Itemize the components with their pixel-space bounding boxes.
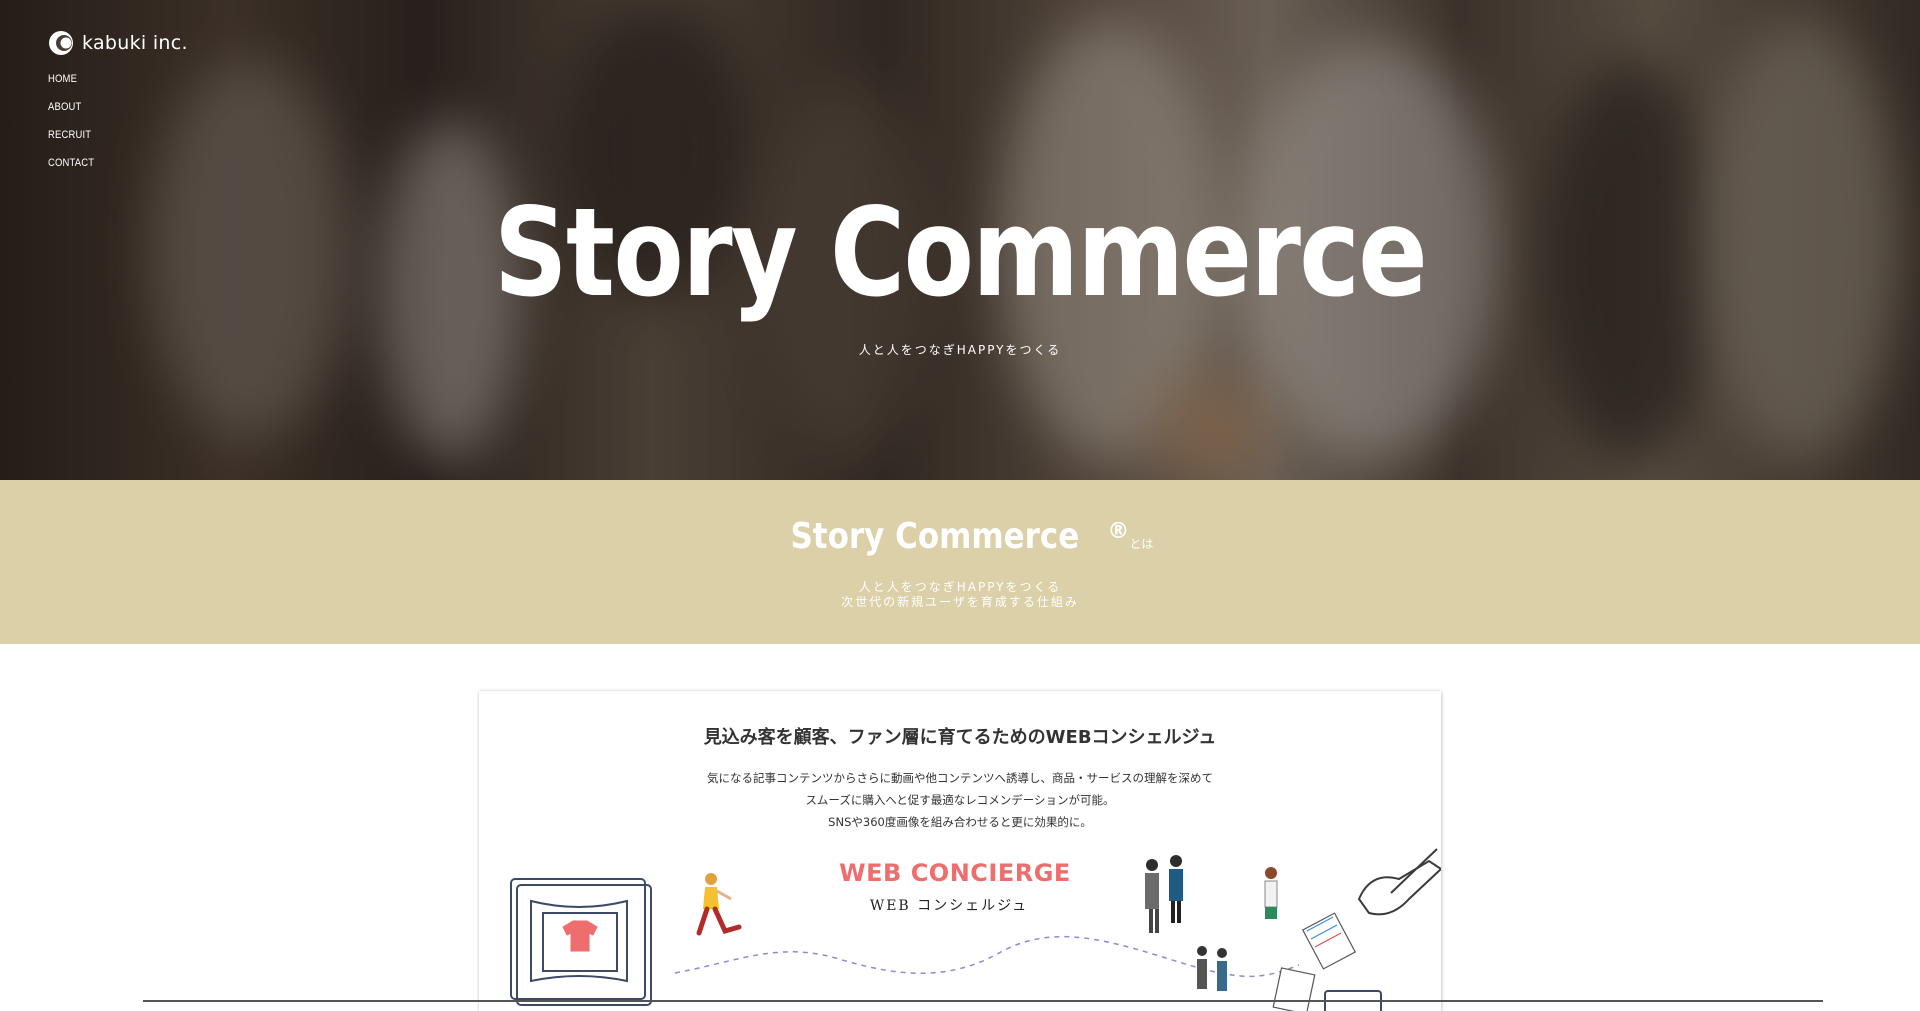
illustration-title: WEB CONCIERGE bbox=[839, 859, 1071, 887]
nav-item-about[interactable]: ABOUT bbox=[48, 100, 94, 128]
band-title-suffix: とは bbox=[1129, 537, 1154, 551]
band-description: 人と人をつなぎHAPPYをつくる 次世代の新規ユーザを育成する仕組み bbox=[0, 580, 1920, 610]
band-line-2: 次世代の新規ユーザを育成する仕組み bbox=[841, 595, 1079, 609]
concierge-card: 見込み客を顧客、ファン層に育てるためのWEBコンシェルジュ 気になる記事コンテン… bbox=[479, 691, 1441, 1011]
hero-section: kabuki inc. HOME ABOUT RECRUIT CONTACT S… bbox=[0, 0, 1920, 480]
illustration-subtitle: WEB コンシェルジュ bbox=[869, 898, 1029, 914]
card-description: 気になる記事コンテンツからさらに動画や他コンテンツへ誘導し、商品・サービスの理解… bbox=[479, 767, 1441, 833]
card-desc-line-3: SNSや360度画像を組み合わせると更に効果的に。 bbox=[828, 815, 1092, 829]
hero-subtitle: 人と人をつなぎHAPPYをつくる bbox=[858, 343, 1062, 357]
hero-title: Story Commerce bbox=[493, 182, 1428, 324]
card-desc-line-2: スムーズに購入へと促す最適なレコメンデーションが可能。 bbox=[805, 793, 1115, 807]
nav-item-home[interactable]: HOME bbox=[48, 72, 94, 100]
band-line-1: 人と人をつなぎHAPPYをつくる bbox=[858, 580, 1062, 594]
kabuki-logo-icon bbox=[48, 30, 74, 56]
brand-logo[interactable]: kabuki inc. bbox=[48, 30, 188, 56]
about-band: Story Commerce ®とは 人と人をつなぎHAPPYをつくる 次世代の… bbox=[0, 480, 1920, 644]
brand-name: kabuki inc. bbox=[82, 32, 188, 54]
main-nav: HOME ABOUT RECRUIT CONTACT bbox=[48, 72, 102, 184]
nav-item-recruit[interactable]: RECRUIT bbox=[48, 128, 94, 156]
registered-mark: ® bbox=[1107, 519, 1130, 544]
card-title: 見込み客を顧客、ファン層に育てるためのWEBコンシェルジュ bbox=[703, 727, 1217, 748]
card-desc-line-1: 気になる記事コンテンツからさらに動画や他コンテンツへ誘導し、商品・サービスの理解… bbox=[707, 771, 1213, 785]
band-heading: Story Commerce ®とは bbox=[0, 516, 1920, 557]
nav-item-contact[interactable]: CONTACT bbox=[48, 156, 94, 184]
band-title: Story Commerce bbox=[790, 516, 1079, 557]
